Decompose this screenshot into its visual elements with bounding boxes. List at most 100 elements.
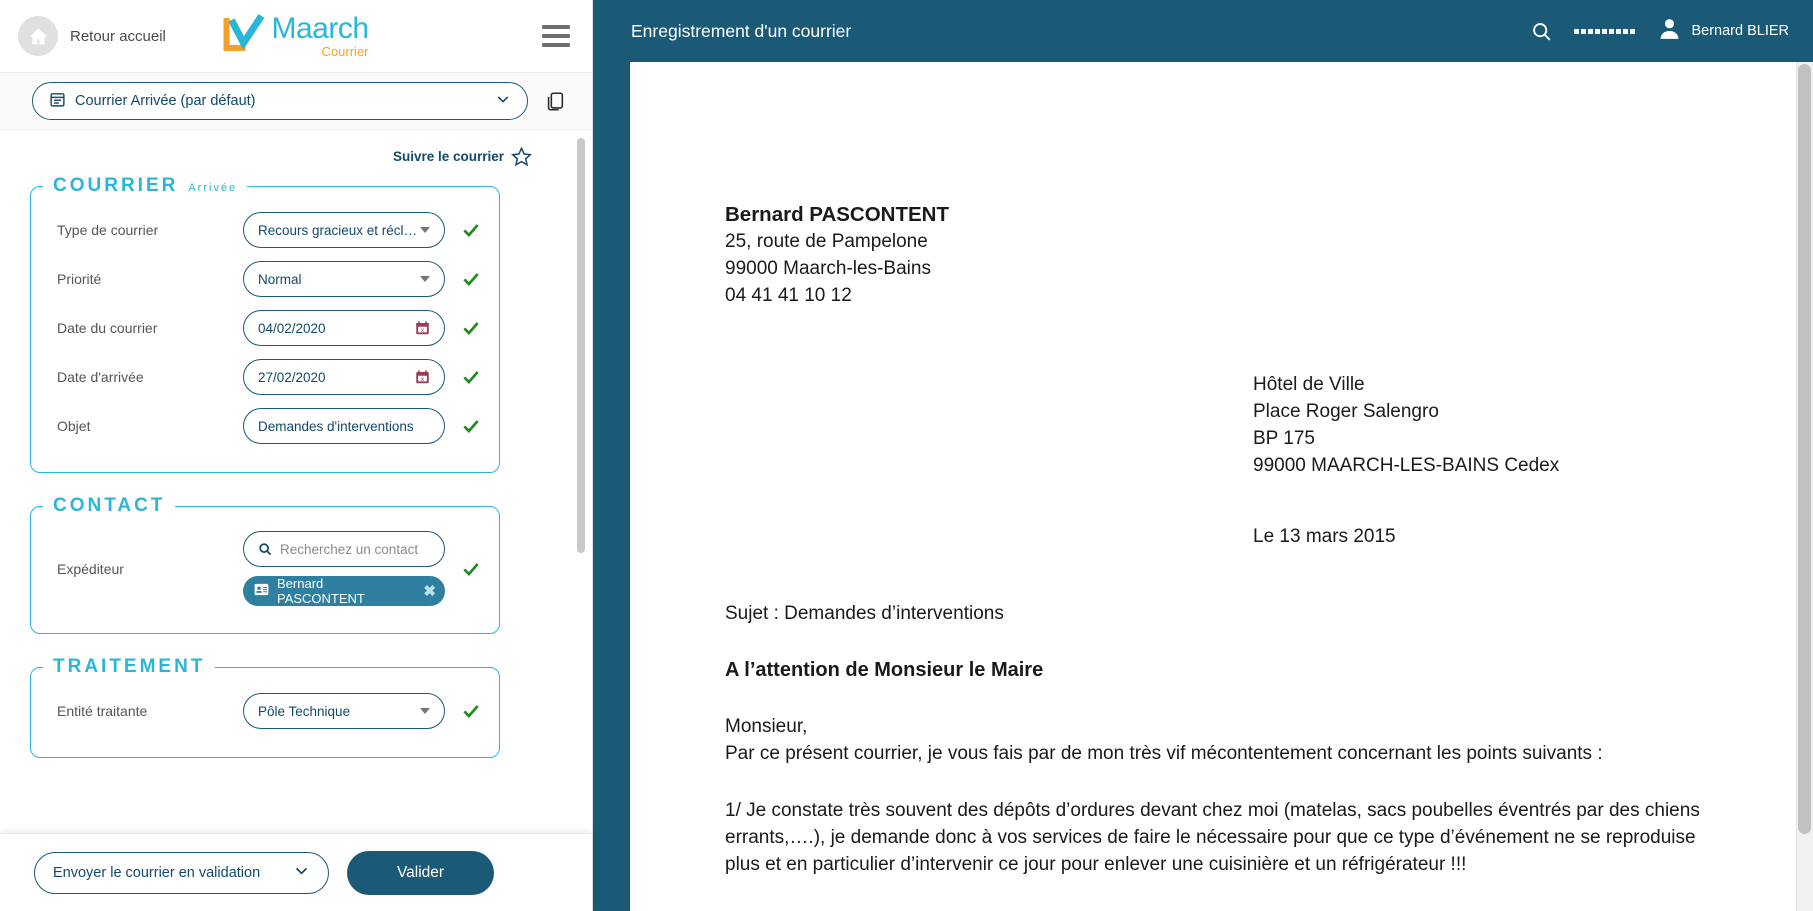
follow-courrier-label: Suivre le courrier	[393, 149, 504, 164]
right-viewer-panel: Enregistrement d'un courrier Bernard BLI…	[593, 0, 1813, 911]
field-label: Expéditeur	[43, 561, 243, 577]
check-icon	[461, 269, 481, 289]
app-root: Retour accueil Maarch Courrier	[0, 0, 1813, 911]
list-form-icon	[49, 91, 66, 112]
letter-intro-paragraph: Par ce présent courrier, je vous fais pa…	[725, 741, 1726, 768]
document-scrollbar-thumb[interactable]	[1798, 64, 1811, 834]
check-icon	[461, 416, 481, 436]
field-date-du-courrier: Date du courrier 04/02/2020	[43, 309, 487, 347]
validation-action-value: Envoyer le courrier en validation	[53, 865, 260, 881]
chevron-down-icon	[495, 91, 511, 111]
chassis-selected-value: Courrier Arrivée (par défaut)	[75, 93, 256, 109]
brand-name: Maarch	[271, 14, 368, 44]
type-de-courrier-select[interactable]: Recours gracieux et réclama…	[243, 212, 445, 248]
home-icon	[18, 16, 58, 56]
dropdown-triangle-icon	[420, 708, 430, 714]
field-label: Objet	[43, 418, 243, 434]
search-icon[interactable]	[1531, 21, 1552, 42]
section-subtitle: Arrivée	[188, 182, 237, 194]
brand-subtitle: Courrier	[271, 45, 368, 58]
priorite-select[interactable]: Normal	[243, 261, 445, 297]
section-traitement: TRAITEMENT Entité traitante Pôle Techniq…	[30, 656, 500, 758]
duplicate-record-button[interactable]	[544, 90, 566, 113]
brand-logo-maarch: Maarch Courrier	[223, 14, 368, 58]
document-viewer: Bernard PASCONTENT 25, route de Pampelon…	[593, 62, 1813, 911]
field-entite-traitante: Entité traitante Pôle Technique	[43, 692, 487, 730]
field-label: Entité traitante	[43, 703, 243, 719]
sender-address-line-2: 99000 Maarch-les-Bains	[725, 256, 1726, 283]
maarch-checkmark-logo-icon	[223, 14, 267, 54]
left-form-panel: Retour accueil Maarch Courrier	[0, 0, 593, 911]
section-courrier-legend: COURRIER Arrivée	[43, 175, 247, 197]
sender-address-line-1: 25, route de Pampelone	[725, 229, 1726, 256]
page-title: Enregistrement d'un courrier	[631, 21, 851, 42]
section-title: TRAITEMENT	[53, 656, 205, 678]
app-header: Retour accueil Maarch Courrier	[0, 0, 592, 72]
chassis-select[interactable]: Courrier Arrivée (par défaut)	[32, 82, 528, 120]
form-action-bar: Envoyer le courrier en validation Valide…	[0, 833, 592, 911]
form-scrollbar-thumb[interactable]	[577, 138, 585, 553]
home-button[interactable]: Retour accueil	[18, 16, 166, 56]
star-outline-icon[interactable]	[511, 146, 532, 167]
letter-document: Bernard PASCONTENT 25, route de Pampelon…	[630, 62, 1796, 911]
letter-item-1: 1/ Je constate très souvent des dépôts d…	[725, 798, 1726, 879]
objet-input[interactable]: Demandes d'interventions	[243, 408, 445, 444]
hamburger-menu-icon[interactable]	[542, 25, 570, 47]
calendar-icon[interactable]: x	[415, 320, 430, 336]
check-icon	[461, 220, 481, 240]
calendar-icon[interactable]: x	[415, 369, 430, 385]
contact-search-input[interactable]: Recherchez un contact	[243, 531, 445, 567]
recipient-line-2: Place Roger Salengro	[1253, 399, 1726, 426]
dropdown-triangle-icon	[420, 276, 430, 282]
letter-subject: Sujet : Demandes d’interventions	[725, 601, 1726, 628]
apps-grid-icon[interactable]	[1574, 29, 1635, 34]
letter-recipient-block: Hôtel de Ville Place Roger Salengro BP 1…	[1253, 372, 1726, 480]
letter-attention-line: A l’attention de Monsieur le Maire	[725, 656, 1726, 684]
user-menu[interactable]: Bernard BLIER	[1657, 16, 1789, 46]
selected-contact-chip[interactable]: Bernard PASCONTENT ✖	[243, 576, 445, 606]
document-scrollbar-track[interactable]	[1796, 62, 1813, 911]
validate-button[interactable]: Valider	[347, 851, 494, 895]
field-label: Date du courrier	[43, 320, 243, 336]
section-contact-legend: CONTACT	[43, 495, 175, 517]
check-icon	[461, 701, 481, 721]
check-icon	[461, 318, 481, 338]
viewer-side-rail	[593, 62, 630, 911]
chassis-selector-row: Courrier Arrivée (par défaut)	[0, 72, 592, 130]
letter-salutation: Monsieur,	[725, 714, 1726, 741]
letter-date: Le 13 mars 2015	[1253, 524, 1726, 551]
follow-courrier-row[interactable]: Suivre le courrier	[16, 146, 562, 167]
field-value: Recours gracieux et réclama…	[258, 223, 420, 238]
field-objet: Objet Demandes d'interventions	[43, 407, 487, 445]
recipient-line-3: BP 175	[1253, 426, 1726, 453]
field-expediteur: Expéditeur Recherchez un contact	[43, 531, 487, 606]
field-date-d-arrivee: Date d'arrivée 27/02/2020 x	[43, 358, 487, 396]
field-value: Pôle Technique	[258, 704, 350, 719]
validation-action-select[interactable]: Envoyer le courrier en validation	[34, 852, 329, 894]
contact-chip-label: Bernard PASCONTENT	[277, 576, 409, 606]
recipient-line-4: 99000 MAARCH-LES-BAINS Cedex	[1253, 453, 1726, 480]
form-scroll-area: Suivre le courrier COURRIER Arrivée Type…	[0, 130, 592, 833]
field-value: Demandes d'interventions	[258, 419, 414, 434]
top-bar-actions: Bernard BLIER	[1531, 16, 1789, 46]
check-icon	[461, 367, 481, 387]
entite-traitante-select[interactable]: Pôle Technique	[243, 693, 445, 729]
contact-search-placeholder: Recherchez un contact	[280, 542, 418, 557]
section-courrier: COURRIER Arrivée Type de courrier Recour…	[30, 175, 500, 473]
section-contact: CONTACT Expéditeur Recherchez un contact	[30, 495, 500, 634]
contact-card-icon	[254, 583, 269, 599]
field-priorite: Priorité Normal	[43, 260, 487, 298]
field-value: 27/02/2020	[258, 370, 326, 385]
close-x-icon[interactable]: ✖	[423, 582, 436, 600]
sender-name: Bernard PASCONTENT	[725, 200, 1726, 229]
recipient-line-1: Hôtel de Ville	[1253, 372, 1726, 399]
field-value: Normal	[258, 272, 302, 287]
home-label: Retour accueil	[70, 28, 166, 45]
section-title: CONTACT	[53, 495, 165, 517]
field-label: Priorité	[43, 271, 243, 287]
date-d-arrivee-input[interactable]: 27/02/2020 x	[243, 359, 445, 395]
date-du-courrier-input[interactable]: 04/02/2020 x	[243, 310, 445, 346]
check-icon	[461, 559, 481, 579]
dropdown-triangle-icon	[420, 227, 430, 233]
user-name: Bernard BLIER	[1691, 23, 1789, 39]
